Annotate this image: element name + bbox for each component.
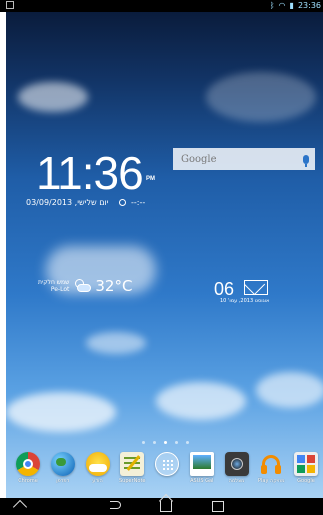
app-label: דפדפן — [56, 478, 70, 484]
apps-drawer-icon — [155, 452, 179, 476]
app-label: SuperNote — [119, 478, 146, 484]
gallery-icon — [189, 452, 214, 476]
app-gallery[interactable]: ASUS Gal — [188, 452, 216, 490]
weather-temperature: 32°C — [95, 277, 133, 295]
screenshot-notification-icon — [6, 1, 14, 9]
status-time: 23:36 — [297, 1, 321, 10]
app-label: מצלמה — [228, 478, 245, 484]
weather-condition: שמש חלקית — [38, 279, 70, 286]
email-count: 06 — [214, 279, 235, 299]
home-icon[interactable] — [158, 493, 174, 512]
app-google-folder[interactable]: Google — [292, 452, 320, 490]
bluetooth-icon: ᛒ — [269, 1, 275, 10]
weather-app-icon — [85, 452, 110, 476]
back-icon[interactable] — [110, 501, 121, 509]
battery-icon: ▮ — [289, 1, 294, 10]
app-label: Google — [297, 478, 315, 484]
clock-time: 11:36 — [36, 147, 144, 199]
partly-cloudy-icon — [73, 279, 92, 293]
app-label: ASUS Gal — [190, 478, 214, 484]
wifi-icon: ◠ — [278, 1, 286, 10]
app-dock: Chrome דפדפן הודע SuperNote ASUS Gal מצל… — [14, 452, 320, 490]
app-label: Play מוזיקה — [258, 478, 285, 484]
alarm-clock-icon — [119, 199, 126, 206]
camera-icon — [224, 452, 249, 476]
chevron-up-icon[interactable] — [12, 499, 28, 515]
page-indicator — [142, 441, 189, 444]
app-drawer[interactable] — [153, 452, 181, 490]
weather-location: Pe-Lot — [50, 286, 70, 293]
recent-apps-icon[interactable] — [212, 501, 224, 512]
microphone-icon[interactable] — [303, 154, 309, 167]
headphones-icon — [259, 452, 283, 476]
page-dot — [186, 441, 189, 444]
google-search-bar[interactable]: Google — [173, 148, 315, 170]
app-label: הודע — [92, 478, 103, 484]
app-chrome[interactable]: Chrome — [14, 452, 42, 490]
navigation-bar — [0, 493, 323, 515]
app-browser[interactable]: דפדפן — [49, 452, 77, 490]
globe-icon — [50, 452, 75, 476]
app-label: Chrome — [18, 478, 38, 484]
page-dot-active — [164, 441, 167, 444]
home-screen: ᛒ ◠ ▮ 23:36 Google 11:36 PM יום שלישי, 0… — [0, 0, 323, 515]
page-dot — [153, 441, 156, 444]
google-folder-icon — [294, 452, 318, 476]
chrome-icon — [16, 452, 40, 476]
email-subtitle: אוגוסט 2013, עמו' 10 — [220, 298, 270, 304]
weather-widget[interactable]: שמש חלקית Pe-Lot 32°C — [38, 277, 132, 295]
app-supernote[interactable]: SuperNote — [118, 452, 146, 490]
date-text: יום שלישי, 03/09/2013 — [26, 198, 109, 207]
envelope-icon — [244, 280, 268, 295]
status-bar: ᛒ ◠ ▮ 23:36 — [0, 0, 323, 12]
notepad-icon — [120, 452, 145, 476]
app-weather[interactable]: הודע — [84, 452, 112, 490]
alarm-time: --:-- — [131, 198, 146, 207]
clock-widget[interactable]: 11:36 PM — [36, 147, 155, 199]
google-logo: Google — [181, 153, 217, 165]
app-camera[interactable]: מצלמה — [223, 452, 251, 490]
page-dot — [175, 441, 178, 444]
page-dot — [142, 441, 145, 444]
clock-ampm: PM — [146, 176, 155, 182]
app-play-music[interactable]: Play מוזיקה — [257, 452, 285, 490]
alarm-info: --:-- — [119, 198, 145, 207]
